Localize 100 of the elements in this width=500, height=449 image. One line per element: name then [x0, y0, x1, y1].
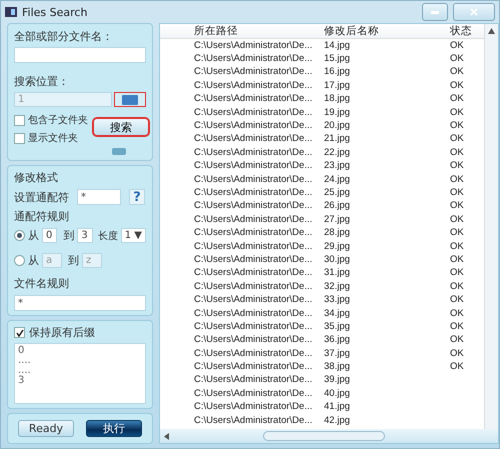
- wildcard-field[interactable]: *: [77, 189, 121, 205]
- table-cell: OK: [450, 66, 464, 78]
- checkbox[interactable]: [14, 114, 25, 126]
- table-cell: C:\Users\Administrator\De...: [194, 334, 312, 346]
- table-cell: 38.jpg: [324, 361, 350, 374]
- to-field[interactable]: 3: [77, 228, 93, 243]
- table-cell: 26.jpg: [324, 200, 350, 212]
- table-cell: 36.jpg: [324, 334, 350, 346]
- filename-rule-field[interactable]: *: [14, 295, 146, 311]
- field-label: 设置通配符: [14, 190, 69, 204]
- scroll-up-icon: [488, 28, 495, 34]
- length-dropdown[interactable]: 1 ▼: [120, 228, 146, 243]
- table-cell: 21.jpg: [324, 133, 350, 146]
- table-cell: C:\Users\Administrator\De...: [194, 174, 312, 186]
- table-cell: 35.jpg: [324, 320, 350, 333]
- table-cell: 14.jpg: [324, 40, 350, 52]
- horizontal-scrollbar[interactable]: [160, 429, 498, 443]
- table-cell: 19.jpg: [324, 106, 350, 119]
- field-label: 搜索位置：: [14, 74, 70, 89]
- table-cell: C:\Users\Administrator\De...: [194, 133, 312, 146]
- table-cell: C:\Users\Administrator\De...: [194, 361, 312, 374]
- radio-button[interactable]: [14, 255, 25, 266]
- table-cell: 25.jpg: [324, 186, 350, 199]
- table-cell: C:\Users\Administrator\De...: [194, 93, 312, 106]
- table-cell: C:\Users\Administrator\De...: [194, 200, 312, 212]
- table-cell: 28.jpg: [324, 227, 350, 240]
- table-cell: C:\Users\Administrator\De...: [194, 348, 312, 360]
- checkbox[interactable]: [14, 327, 25, 338]
- table-cell: OK: [450, 294, 464, 306]
- field-label: 到: [63, 228, 74, 243]
- field-label: 从: [28, 253, 39, 268]
- table-cell: C:\Users\Administrator\De...: [194, 308, 312, 320]
- table-cell: C:\Users\Administrator\De...: [194, 374, 312, 386]
- field-label: 长度: [98, 230, 118, 242]
- table-cell: OK: [450, 267, 464, 280]
- field-label: 文件名规则: [14, 276, 70, 291]
- table-cell: C:\Users\Administrator\De...: [194, 53, 312, 66]
- table-cell: OK: [450, 254, 464, 266]
- table-cell: C:\Users\Administrator\De...: [194, 214, 312, 226]
- minimize-icon: [431, 10, 439, 14]
- table-cell: C:\Users\Administrator\De...: [194, 401, 312, 414]
- checkbox[interactable]: [14, 132, 25, 144]
- browse-folder-button[interactable]: [114, 92, 146, 107]
- table-cell: 18.jpg: [324, 93, 350, 106]
- ready-button[interactable]: Ready: [18, 420, 74, 437]
- table-cell: C:\Users\Administrator\De...: [194, 254, 312, 266]
- table-cell: C:\Users\Administrator\De...: [194, 40, 312, 52]
- table-cell: C:\Users\Administrator\De...: [194, 240, 312, 253]
- table-cell: 39.jpg: [324, 374, 350, 386]
- table-cell: 42.jpg: [324, 414, 350, 427]
- execute-button[interactable]: 执行: [86, 420, 142, 437]
- column-header[interactable]: 修改后名称: [324, 25, 379, 37]
- scroll-left-icon: [164, 432, 169, 440]
- section-title: 修改格式: [14, 170, 59, 185]
- table-cell: OK: [450, 40, 464, 52]
- search-button[interactable]: 搜索: [93, 118, 149, 136]
- table-cell: 30.jpg: [324, 254, 350, 266]
- column-header[interactable]: 状态: [450, 25, 472, 37]
- table-cell: C:\Users\Administrator\De...: [194, 160, 312, 172]
- checkbox-label: 包含子文件夹: [28, 114, 88, 127]
- field-label: 到: [68, 253, 79, 268]
- table-cell: C:\Users\Administrator\De...: [194, 146, 312, 159]
- grip-icon: [112, 148, 126, 155]
- table-cell: C:\Users\Administrator\De...: [194, 388, 312, 400]
- table-cell: C:\Users\Administrator\De...: [194, 280, 312, 293]
- table-cell: 31.jpg: [324, 267, 350, 280]
- close-button[interactable]: [453, 3, 495, 21]
- table-cell: 33.jpg: [324, 294, 350, 306]
- vertical-scrollbar[interactable]: [484, 24, 498, 429]
- checkbox-label: 显示文件夹: [28, 132, 78, 145]
- column-header[interactable]: 所在路径: [194, 25, 238, 37]
- table-cell: C:\Users\Administrator\De...: [194, 106, 312, 119]
- table-cell: 34.jpg: [324, 308, 350, 320]
- table-cell: OK: [450, 240, 464, 253]
- table-cell: 17.jpg: [324, 80, 350, 92]
- table-cell: C:\Users\Administrator\De...: [194, 80, 312, 92]
- table-cell: 23.jpg: [324, 160, 350, 172]
- table-cell: OK: [450, 361, 464, 374]
- table-cell: 16.jpg: [324, 66, 350, 78]
- table-cell: OK: [450, 186, 464, 199]
- table-cell: OK: [450, 280, 464, 293]
- from-field[interactable]: 0: [42, 228, 58, 243]
- table-cell: OK: [450, 106, 464, 119]
- folder-icon: [122, 94, 138, 104]
- table-cell: OK: [450, 227, 464, 240]
- minimize-button[interactable]: [422, 3, 448, 21]
- table-cell: 40.jpg: [324, 388, 350, 400]
- table-cell: 15.jpg: [324, 53, 350, 66]
- preview-box[interactable]: 0 .... .... 3: [14, 343, 146, 404]
- table-cell: C:\Users\Administrator\De...: [194, 186, 312, 199]
- table-cell: C:\Users\Administrator\De...: [194, 294, 312, 306]
- table-cell: 32.jpg: [324, 280, 350, 293]
- table-cell: OK: [450, 334, 464, 346]
- table-cell: 37.jpg: [324, 348, 350, 360]
- filename-field[interactable]: [14, 47, 146, 63]
- table-cell: 20.jpg: [324, 120, 350, 132]
- radio-button[interactable]: [14, 230, 25, 241]
- help-button[interactable]: ?: [129, 189, 145, 205]
- table-cell: C:\Users\Administrator\De...: [194, 320, 312, 333]
- close-icon: [470, 8, 478, 16]
